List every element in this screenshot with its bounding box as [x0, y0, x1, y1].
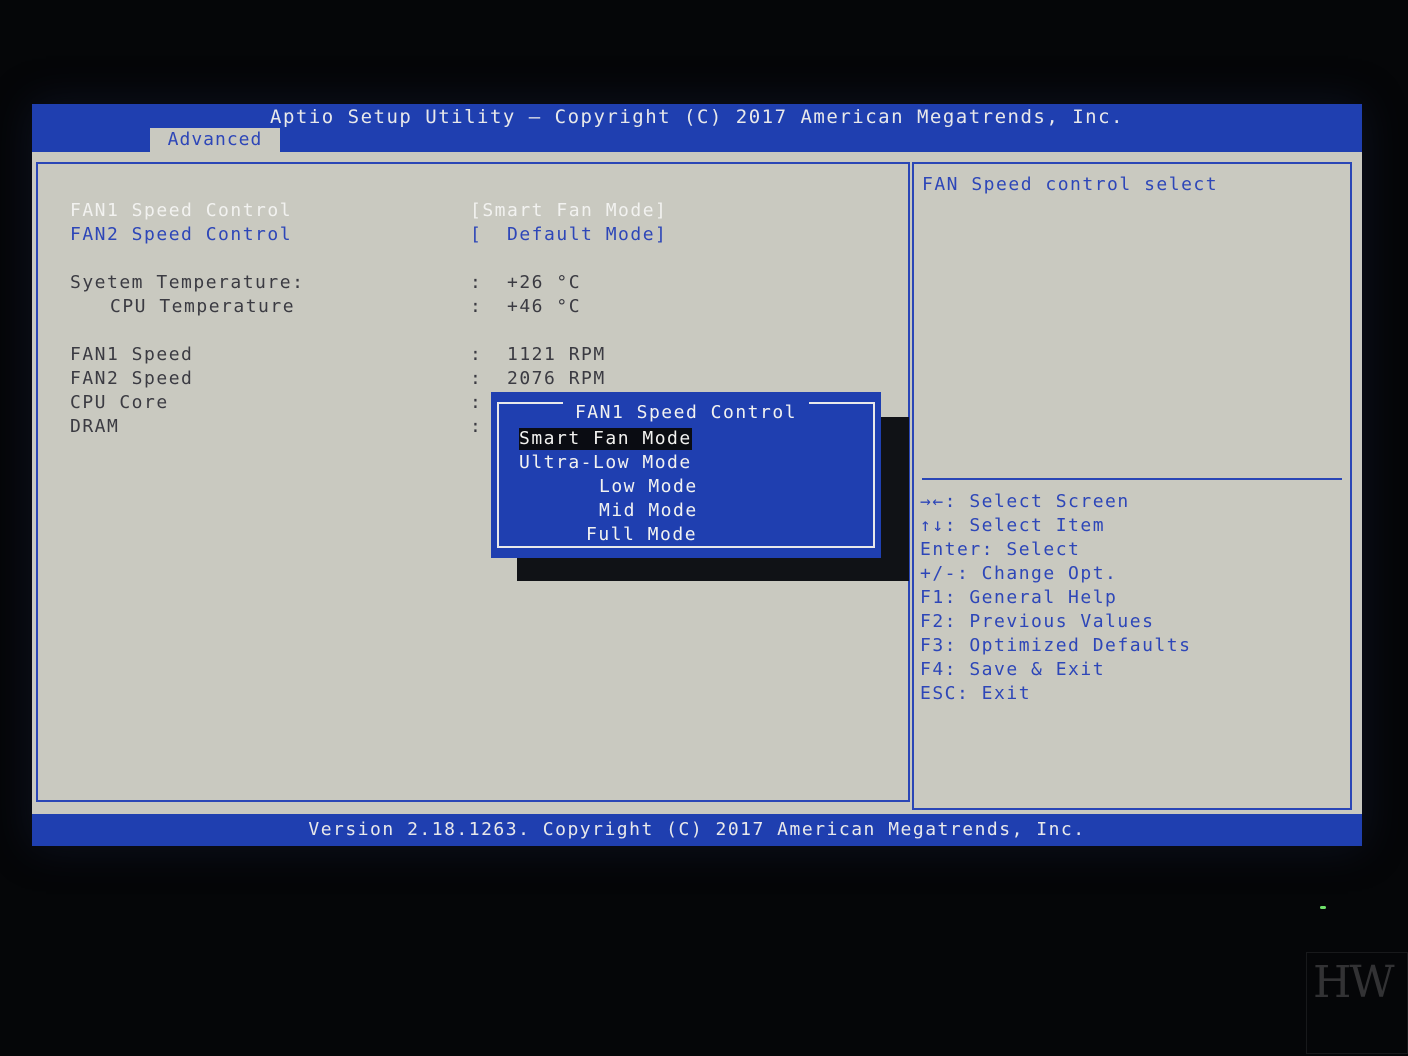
app-title: Aptio Setup Utility – Copyright (C) 2017… [270, 106, 1124, 128]
bios-screen: Aptio Setup Utility – Copyright (C) 2017… [32, 104, 1362, 846]
fan2-speed-label: FAN2 Speed [70, 368, 194, 389]
option-smart-fan-mode[interactable]: Smart Fan Mode [519, 428, 692, 450]
dram-voltage-value: : [470, 416, 483, 437]
cpu-temperature-value: : +46 °C [470, 296, 582, 317]
fan2-speed-control-label[interactable]: FAN2 Speed Control [70, 224, 292, 245]
popup-frame: FAN1 Speed Control Smart Fan Mode Ultra-… [497, 402, 875, 548]
popup-title: FAN1 Speed Control [499, 402, 873, 423]
fan2-speed-control-value[interactable]: [ Default Mode] [470, 224, 667, 245]
key-enter-select: Enter: Select [920, 539, 1081, 560]
fan1-speed-label: FAN1 Speed [70, 344, 194, 365]
watermark-logo-mark: HW [1313, 957, 1395, 1008]
footer-version: Version 2.18.1263. Copyright (C) 2017 Am… [32, 814, 1362, 846]
option-ultra-low-mode[interactable]: Ultra-Low Mode [519, 452, 692, 474]
tab-advanced[interactable]: Advanced [150, 128, 280, 152]
fan1-speed-value: : 1121 RPM [470, 344, 606, 365]
cpu-core-voltage-value: : [470, 392, 483, 413]
key-legend: →←: Select Screen ↑↓: Select Item Enter:… [920, 490, 1191, 706]
fan2-speed-value: : 2076 RPM [470, 368, 606, 389]
key-select-screen: →←: Select Screen [920, 491, 1130, 512]
power-led [1320, 906, 1326, 909]
option-mid-mode[interactable]: Mid Mode [599, 500, 698, 522]
fan1-speed-control-label[interactable]: FAN1 Speed Control [70, 200, 292, 221]
fan1-speed-control-popup: FAN1 Speed Control Smart Fan Mode Ultra-… [491, 392, 881, 558]
option-full-mode[interactable]: Full Mode [586, 524, 697, 546]
help-description: FAN Speed control select [922, 174, 1219, 195]
key-exit: ESC: Exit [920, 683, 1032, 704]
cpu-temperature-label: CPU Temperature [110, 296, 296, 317]
option-low-mode[interactable]: Low Mode [599, 476, 698, 498]
key-optimized-defaults: F3: Optimized Defaults [920, 635, 1192, 656]
top-bar: Aptio Setup Utility – Copyright (C) 2017… [32, 104, 1362, 152]
key-previous-values: F2: Previous Values [920, 611, 1155, 632]
cpu-core-voltage-label: CPU Core [70, 392, 169, 413]
help-divider [922, 478, 1342, 480]
fan1-speed-control-value[interactable]: [Smart Fan Mode] [470, 200, 667, 221]
system-temperature-value: : +26 °C [470, 272, 582, 293]
dram-voltage-label: DRAM [70, 416, 120, 437]
system-temperature-label: Syetem Temperature: [70, 272, 305, 293]
key-select-item: ↑↓: Select Item [920, 515, 1106, 536]
watermark-logo: HW [1306, 952, 1408, 1054]
key-general-help: F1: General Help [920, 587, 1118, 608]
key-save-exit: F4: Save & Exit [920, 659, 1106, 680]
key-change-option: +/-: Change Opt. [920, 563, 1118, 584]
popup-title-text: FAN1 Speed Control [562, 402, 810, 423]
help-panel: FAN Speed control select →←: Select Scre… [912, 162, 1352, 810]
